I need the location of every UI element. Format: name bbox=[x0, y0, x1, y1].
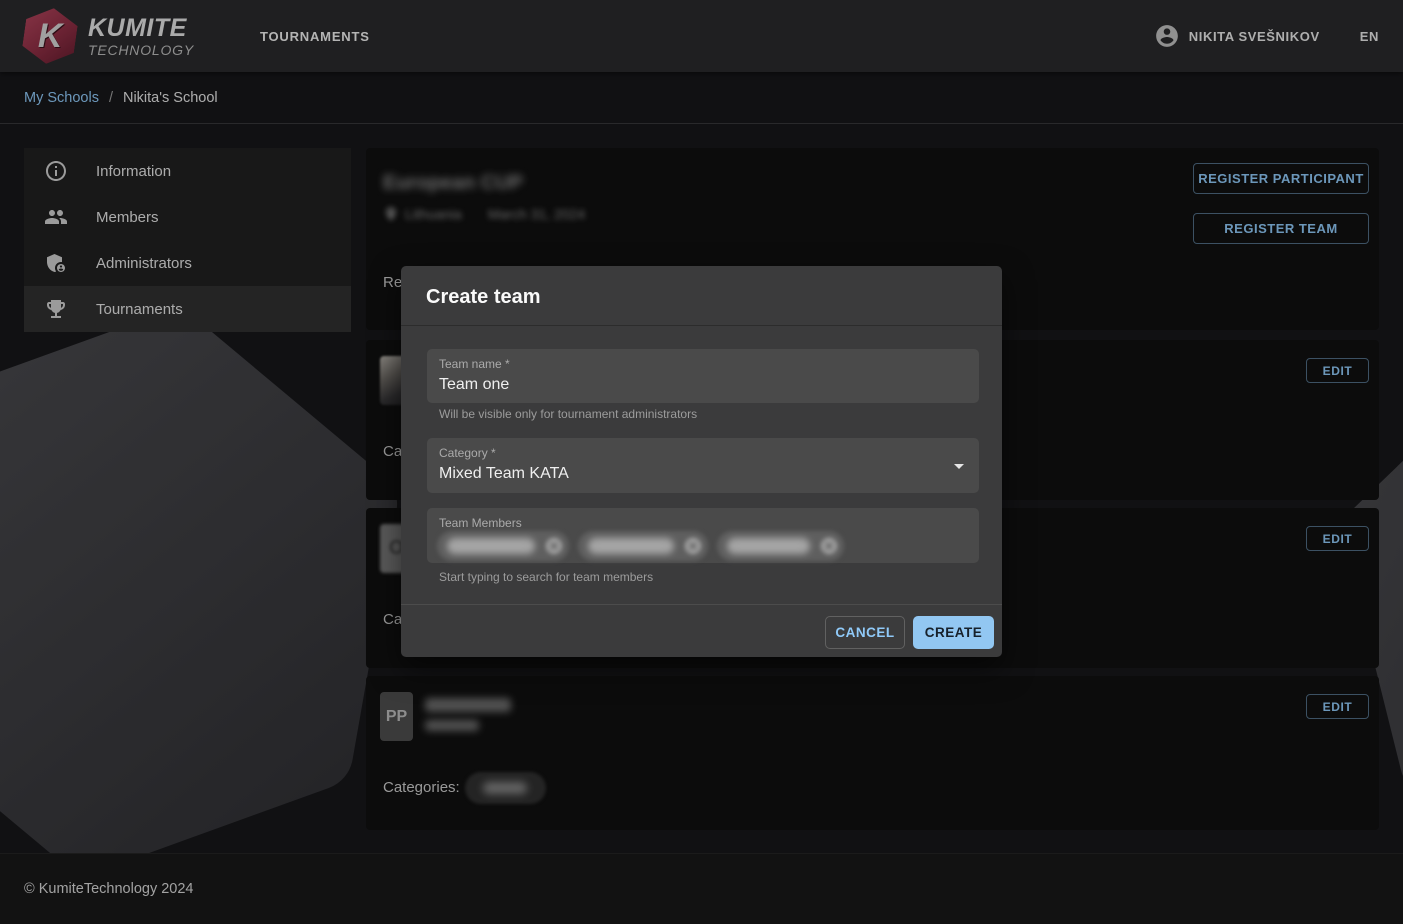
team-member-chips bbox=[437, 531, 844, 561]
category-select[interactable]: Category * Mixed Team KATA bbox=[427, 438, 979, 493]
redacted-member-chip[interactable] bbox=[717, 531, 844, 561]
team-members-label: Team Members bbox=[439, 516, 522, 530]
chevron-down-icon[interactable] bbox=[947, 454, 971, 478]
redacted-member-chip[interactable] bbox=[578, 531, 708, 561]
team-members-helper: Start typing to search for team members bbox=[439, 570, 653, 584]
team-members-input[interactable]: Team Members bbox=[427, 508, 979, 563]
chip-remove-icon[interactable] bbox=[544, 536, 564, 556]
divider bbox=[401, 604, 1002, 605]
team-name-value: Team one bbox=[439, 376, 509, 394]
create-team-dialog: Create team Team name * Team one Will be… bbox=[401, 266, 1002, 657]
dialog-title: Create team bbox=[426, 286, 541, 309]
page: K KUMITE TECHNOLOGY TOURNAMENTS NIKITA S… bbox=[0, 0, 1403, 924]
team-name-input[interactable]: Team name * Team one bbox=[427, 349, 979, 403]
category-label: Category * bbox=[439, 446, 496, 460]
chip-remove-icon[interactable] bbox=[683, 536, 703, 556]
team-name-helper: Will be visible only for tournament admi… bbox=[439, 407, 697, 421]
divider bbox=[401, 325, 1002, 326]
team-name-label: Team name * bbox=[439, 357, 510, 371]
redacted-member-chip[interactable] bbox=[437, 531, 569, 561]
create-button[interactable]: CREATE bbox=[913, 616, 994, 649]
category-value: Mixed Team KATA bbox=[439, 465, 569, 483]
cancel-button[interactable]: CANCEL bbox=[825, 616, 905, 649]
chip-remove-icon[interactable] bbox=[819, 536, 839, 556]
